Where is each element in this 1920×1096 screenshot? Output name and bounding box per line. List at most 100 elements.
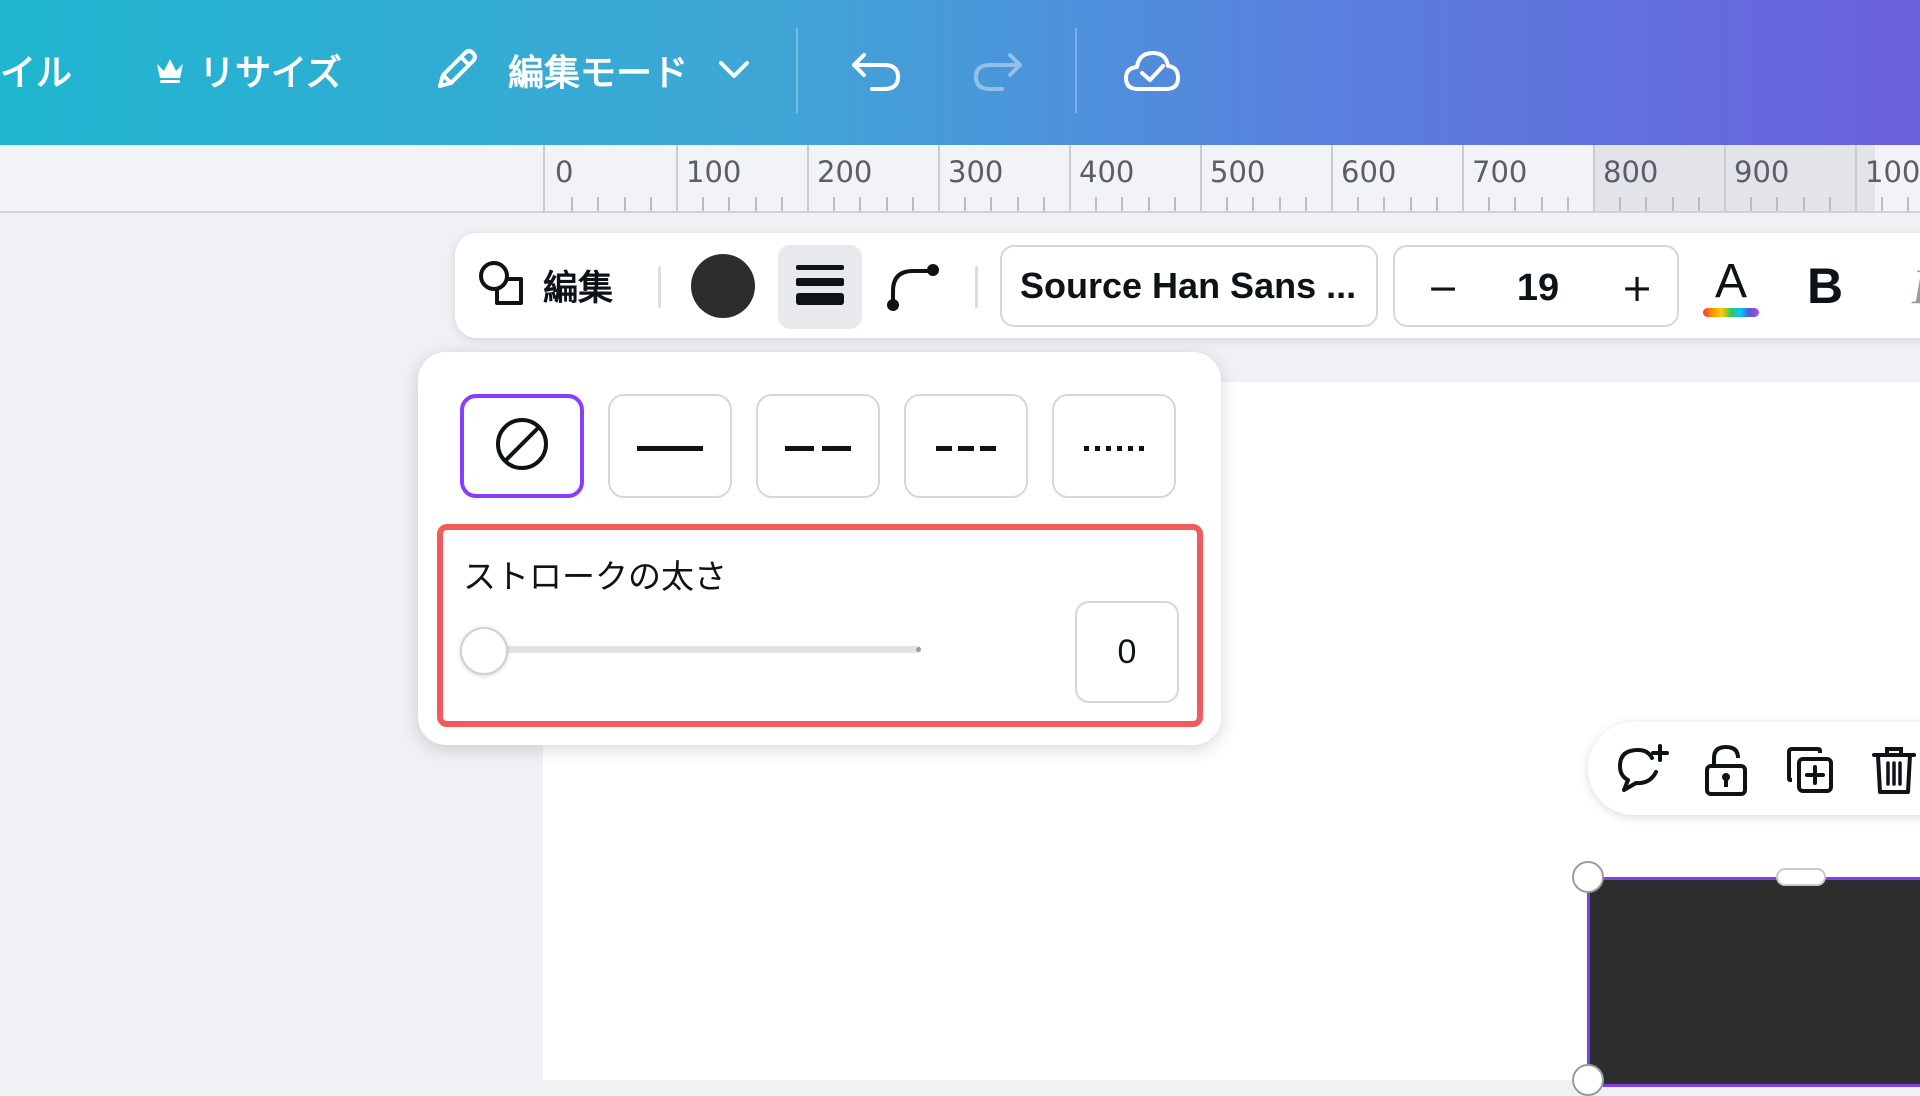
ruler-label: 100 bbox=[686, 155, 742, 189]
ruler-minor-tick bbox=[623, 197, 626, 211]
delete-icon bbox=[1870, 743, 1918, 801]
ruler-minor-tick bbox=[1016, 197, 1019, 211]
stroke-short-dash-option[interactable] bbox=[904, 394, 1028, 498]
resize-handle-bottom-left[interactable] bbox=[1572, 1064, 1604, 1096]
text-color-button[interactable]: A bbox=[1695, 249, 1767, 325]
ruler-minor-tick bbox=[1226, 197, 1229, 211]
fill-color-button[interactable] bbox=[691, 254, 755, 318]
ruler-minor-tick bbox=[1173, 197, 1176, 211]
ruler-label: 400 bbox=[1079, 155, 1135, 189]
ruler-minor-tick bbox=[1540, 197, 1543, 211]
element-toolbar: 編集 Source Han Sans ... − 19 + A B I bbox=[455, 233, 1920, 338]
redo-icon bbox=[972, 47, 1024, 93]
ruler-minor-tick bbox=[754, 197, 757, 211]
italic-button[interactable]: I bbox=[1895, 255, 1920, 317]
crown-icon bbox=[155, 56, 185, 84]
ruler-label: 500 bbox=[1210, 155, 1266, 189]
bold-icon: B bbox=[1806, 258, 1844, 314]
stroke-style-button[interactable] bbox=[778, 245, 862, 329]
ruler-major-tick bbox=[1724, 145, 1726, 211]
ruler-major-tick bbox=[807, 145, 809, 211]
ruler-major-tick bbox=[676, 145, 678, 211]
ruler-minor-tick bbox=[1619, 197, 1622, 211]
stroke-weight-slider-track[interactable] bbox=[467, 646, 921, 653]
top-toolbar: イル リサイズ 編集モード bbox=[0, 0, 1920, 145]
ruler-minor-tick bbox=[1828, 197, 1831, 211]
font-family-value: Source Han Sans ... bbox=[1020, 265, 1357, 306]
stroke-weight-slider-thumb[interactable] bbox=[460, 627, 508, 675]
ruler-minor-tick bbox=[571, 197, 574, 211]
increase-font-size-button[interactable]: + bbox=[1617, 265, 1657, 311]
edit-shape-button[interactable]: 編集 bbox=[477, 255, 613, 315]
resize-handle-top-left[interactable] bbox=[1572, 861, 1604, 893]
corner-rounding-icon bbox=[885, 255, 943, 317]
add-comment-icon bbox=[1614, 742, 1670, 802]
ruler-major-tick bbox=[938, 145, 940, 211]
ruler-label: 800 bbox=[1603, 155, 1659, 189]
ruler-minor-tick bbox=[1147, 197, 1150, 211]
toolbar-divider bbox=[796, 28, 798, 113]
ruler-minor-tick bbox=[1488, 197, 1491, 211]
ruler-minor-tick bbox=[911, 197, 914, 211]
delete-button[interactable] bbox=[1864, 742, 1920, 802]
corner-rounding-button[interactable] bbox=[883, 255, 945, 317]
ruler-minor-tick bbox=[1776, 197, 1779, 211]
undo-button[interactable] bbox=[850, 0, 902, 140]
duplicate-button[interactable] bbox=[1780, 742, 1840, 802]
ruler-minor-tick bbox=[1121, 197, 1124, 211]
ruler-minor-tick bbox=[1252, 197, 1255, 211]
ruler-major-tick bbox=[1855, 145, 1857, 211]
bold-button[interactable]: B bbox=[1795, 255, 1855, 317]
ruler-major-tick bbox=[1462, 145, 1464, 211]
ruler-label: 200 bbox=[817, 155, 873, 189]
redo-button[interactable] bbox=[972, 0, 1024, 140]
stroke-weight-input[interactable]: 0 bbox=[1075, 601, 1179, 703]
ruler-minor-tick bbox=[1435, 197, 1438, 211]
ruler-minor-tick bbox=[649, 197, 652, 211]
add-comment-button[interactable] bbox=[1612, 742, 1672, 802]
horizontal-ruler: 0 100 200 300 400 500 600 700 800 900 100 bbox=[543, 145, 1920, 213]
stroke-style-popover: ストロークの太さ 0 bbox=[418, 352, 1221, 745]
resize-button[interactable]: リサイズ bbox=[155, 0, 342, 140]
ruler-major-tick bbox=[1593, 145, 1595, 211]
chevron-down-icon bbox=[718, 60, 750, 80]
pencil-icon bbox=[430, 44, 482, 96]
edit-mode-label: 編集モード bbox=[508, 53, 689, 94]
ruler-minor-tick bbox=[1881, 197, 1884, 211]
lock-icon bbox=[1702, 742, 1750, 802]
ruler-minor-tick bbox=[1802, 197, 1805, 211]
cloud-check-icon bbox=[1122, 47, 1182, 93]
ruler-label: 300 bbox=[948, 155, 1004, 189]
file-menu-button[interactable]: イル bbox=[0, 0, 72, 140]
ruler-minor-tick bbox=[1042, 197, 1045, 211]
ruler-minor-tick bbox=[1383, 197, 1386, 211]
ruler-minor-tick bbox=[1671, 197, 1674, 211]
stroke-dotted-option[interactable] bbox=[1052, 394, 1176, 498]
selected-rectangle-shape[interactable] bbox=[1587, 877, 1920, 1087]
stroke-long-dash-option[interactable] bbox=[756, 394, 880, 498]
ruler-minor-tick bbox=[833, 197, 836, 211]
resize-handle-top[interactable] bbox=[1776, 868, 1826, 886]
undo-icon bbox=[850, 47, 902, 93]
ruler-label: 900 bbox=[1734, 155, 1790, 189]
ruler-label: 700 bbox=[1472, 155, 1528, 189]
stroke-weight-section: ストロークの太さ 0 bbox=[437, 524, 1203, 727]
shapes-icon bbox=[477, 259, 525, 311]
font-family-dropdown[interactable]: Source Han Sans ... bbox=[1000, 245, 1378, 327]
stroke-none-option[interactable] bbox=[460, 394, 584, 498]
stroke-solid-option[interactable] bbox=[608, 394, 732, 498]
edit-mode-dropdown[interactable]: 編集モード bbox=[430, 0, 750, 140]
ruler-minor-tick bbox=[1645, 197, 1648, 211]
ruler-minor-tick bbox=[859, 197, 862, 211]
stroke-style-icon bbox=[796, 262, 844, 312]
dotted-line-icon bbox=[1084, 437, 1144, 456]
cloud-save-status[interactable] bbox=[1122, 0, 1182, 140]
color-swatch bbox=[691, 254, 755, 318]
long-dash-line-icon bbox=[785, 437, 851, 456]
font-size-input[interactable]: 19 bbox=[1493, 265, 1583, 311]
decrease-font-size-button[interactable]: − bbox=[1423, 265, 1463, 311]
slider-end-dot bbox=[916, 647, 921, 652]
italic-icon: I bbox=[1912, 257, 1920, 315]
lock-button[interactable] bbox=[1696, 742, 1756, 802]
ruler-minor-tick bbox=[885, 197, 888, 211]
